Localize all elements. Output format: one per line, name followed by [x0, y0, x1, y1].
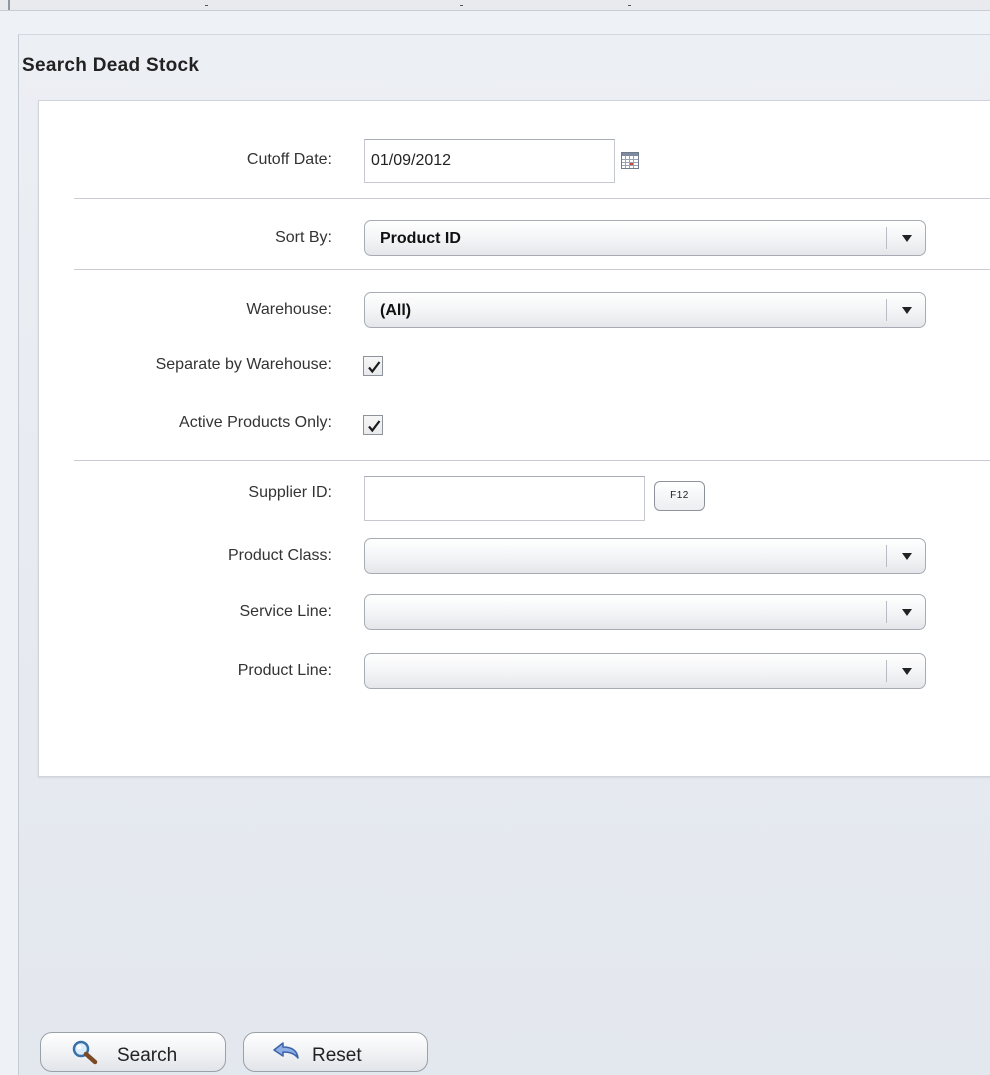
- search-button[interactable]: Search: [40, 1032, 226, 1072]
- chevron-down-icon[interactable]: [902, 235, 912, 242]
- search-button-label: Search: [117, 1045, 178, 1066]
- panel-title: Search Dead Stock: [22, 55, 200, 76]
- reset-button-label: Reset: [312, 1045, 362, 1066]
- section-divider: [74, 460, 990, 461]
- section-divider: [74, 269, 990, 270]
- separate-by-warehouse-checkbox[interactable]: [363, 356, 383, 376]
- warehouse-value: (All): [380, 302, 412, 319]
- text-fragment: [205, 0, 208, 6]
- undo-arrow-icon: [272, 1041, 300, 1069]
- product-class-label: Product Class:: [227, 547, 332, 564]
- sort-by-select[interactable]: Product ID: [364, 220, 926, 256]
- magnifier-icon: [71, 1039, 99, 1071]
- supplier-id-label: Supplier ID:: [248, 484, 332, 501]
- chevron-down-icon[interactable]: [902, 609, 912, 616]
- text-fragment: [460, 0, 463, 6]
- warehouse-select[interactable]: (All): [364, 292, 926, 328]
- service-line-select[interactable]: [364, 594, 926, 630]
- supplier-lookup-button[interactable]: F12: [654, 481, 705, 511]
- select-separator: [886, 545, 887, 567]
- select-separator: [886, 660, 887, 682]
- product-class-select[interactable]: [364, 538, 926, 574]
- chevron-down-icon[interactable]: [902, 553, 912, 560]
- text-fragment: [628, 0, 631, 6]
- select-separator: [886, 227, 887, 249]
- select-separator: [886, 601, 887, 623]
- cutoff-date-label: Cutoff Date:: [246, 151, 332, 168]
- checkmark-icon: [368, 420, 381, 433]
- panel-border: [8, 0, 10, 10]
- sort-by-value: Product ID: [380, 230, 461, 247]
- section-divider: [74, 198, 990, 199]
- previous-panel-edge: [0, 0, 990, 11]
- chevron-down-icon[interactable]: [902, 307, 912, 314]
- warehouse-label: Warehouse:: [246, 301, 332, 318]
- service-line-label: Service Line:: [239, 603, 333, 620]
- supplier-id-input[interactable]: [364, 476, 645, 521]
- active-products-only-checkbox[interactable]: [363, 415, 383, 435]
- active-products-only-label: Active Products Only:: [179, 414, 332, 431]
- select-separator: [886, 299, 887, 321]
- calendar-icon[interactable]: [621, 152, 639, 169]
- product-line-select[interactable]: [364, 653, 926, 689]
- reset-button[interactable]: Reset: [243, 1032, 428, 1072]
- product-line-label: Product Line:: [237, 662, 332, 679]
- chevron-down-icon[interactable]: [902, 668, 912, 675]
- cutoff-date-input[interactable]: 01/09/2012: [364, 139, 615, 183]
- separate-by-warehouse-label: Separate by Warehouse:: [155, 356, 332, 373]
- checkmark-icon: [368, 361, 381, 374]
- sort-by-label: Sort By:: [275, 229, 332, 246]
